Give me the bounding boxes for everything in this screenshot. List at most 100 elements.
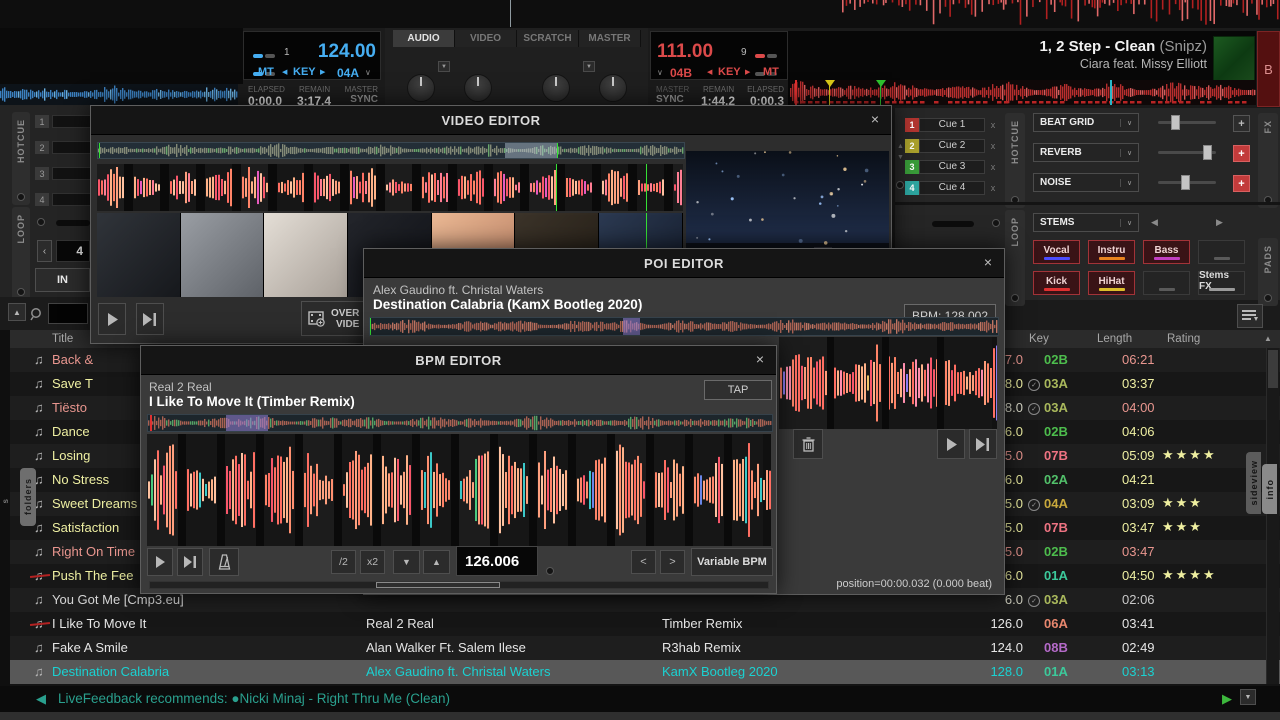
video-thumbnail[interactable] — [181, 213, 265, 297]
fx-add-button[interactable]: + — [1233, 115, 1250, 132]
cue-row[interactable]: 3Cue 3x — [905, 159, 1005, 174]
sideview-tab[interactable]: sideview — [1246, 452, 1261, 514]
bpm-next-button[interactable] — [177, 548, 203, 576]
fx-select-reverb[interactable]: REVERB∨ — [1033, 143, 1139, 162]
deck-a-bpm[interactable]: 124.00 — [318, 41, 376, 63]
stem-pad[interactable] — [1143, 271, 1190, 295]
loop-half-button[interactable]: ‹ — [37, 240, 52, 262]
overlay-video-button[interactable]: OVER VIDE — [301, 301, 369, 336]
column-title[interactable]: Title — [52, 333, 73, 345]
bpm-down-button[interactable]: ▼ — [393, 550, 420, 574]
video-overview-waveform[interactable] — [97, 142, 685, 159]
close-icon[interactable]: × — [984, 254, 992, 270]
stems-dropdown[interactable]: STEMS∨ — [1033, 213, 1139, 232]
stem-pad-hihat[interactable]: HiHat — [1088, 271, 1135, 295]
fx-select-noise[interactable]: NOISE∨ — [1033, 173, 1139, 192]
section-dot-icon[interactable] — [17, 288, 25, 296]
close-icon[interactable]: × — [756, 351, 764, 367]
deck-b-mt[interactable]: MT — [763, 66, 779, 78]
fx-slider-handle[interactable] — [1171, 115, 1180, 130]
hotcue-slot[interactable]: 2 — [35, 141, 96, 154]
track-row[interactable]: ♫Destination CalabriaAlex Gaudino ft. Ch… — [0, 660, 1280, 684]
track-row[interactable]: ♫I Like To Move ItReal 2 RealTimber Remi… — [0, 612, 1280, 636]
video-editor-titlebar[interactable]: VIDEO EDITOR × — [91, 106, 891, 135]
cue-dot-icon[interactable] — [896, 181, 904, 189]
mixer-knob-hihat[interactable] — [407, 74, 435, 102]
album-art[interactable] — [1213, 36, 1255, 82]
livefeedback-track[interactable]: ●Nicki Minaj - Right Thru Me (Clean) — [231, 691, 450, 706]
deck-a-key-next-icon[interactable]: ▶ — [320, 68, 325, 76]
bpm-dot-icon[interactable] — [546, 567, 554, 575]
fx-slider-handle[interactable] — [1181, 175, 1190, 190]
fx-slider[interactable] — [1158, 181, 1216, 184]
beat-next-button[interactable]: > — [660, 550, 685, 574]
loop-size-display[interactable]: 4 — [56, 240, 90, 262]
column-length[interactable]: Length — [1097, 333, 1132, 345]
column-key[interactable]: Key — [1029, 333, 1049, 345]
poi-editor-titlebar[interactable]: POI EDITOR × — [364, 249, 1004, 278]
fx-slider-handle[interactable] — [1203, 145, 1212, 160]
cue-scroll-down-icon[interactable]: ▼ — [897, 154, 904, 161]
mixer-knob-hihat[interactable] — [599, 74, 627, 102]
poi-play-button[interactable] — [937, 429, 965, 459]
metronome-button[interactable] — [209, 548, 239, 576]
fx-slider[interactable] — [1158, 121, 1216, 124]
section-dot-icon[interactable] — [1011, 294, 1019, 302]
cue-row[interactable]: 2Cue 2x — [905, 138, 1005, 153]
deck-b-key-next-icon[interactable]: ▶ — [745, 68, 750, 76]
cue-row[interactable]: 4Cue 4x — [905, 180, 1005, 195]
cue-label[interactable]: Cue 4 — [919, 181, 985, 195]
stem-pad-stems-fx[interactable]: Stems FX — [1198, 271, 1245, 295]
section-dot-icon[interactable] — [1264, 294, 1272, 302]
deck-a-key-dropdown-icon[interactable]: ∨ — [365, 68, 371, 77]
close-icon[interactable]: × — [871, 111, 879, 127]
fx-select-beat-grid[interactable]: BEAT GRID∨ — [1033, 113, 1139, 132]
list-scroll-down-button[interactable]: ▼ — [1240, 689, 1256, 705]
loop-mini-slider[interactable] — [56, 220, 90, 226]
deck-a-key-value[interactable]: 04A — [337, 66, 359, 80]
bpm-zoom-scrollbar[interactable] — [149, 581, 769, 589]
scrollbar-thumb[interactable] — [1268, 350, 1278, 388]
sync-label[interactable]: SYNC — [350, 94, 378, 105]
video-thumbnail[interactable] — [264, 213, 348, 297]
poi-next-button[interactable] — [969, 429, 997, 459]
cue-label[interactable]: Cue 2 — [919, 139, 985, 153]
feedback-prev-icon[interactable]: ◀ — [36, 691, 46, 707]
info-tab[interactable]: info — [1262, 464, 1277, 514]
sync-label[interactable]: SYNC — [656, 94, 684, 105]
bpm-value-display[interactable]: 126.006 — [456, 546, 538, 576]
folders-tab[interactable]: folders — [20, 468, 36, 526]
poi-zoom-waveform[interactable] — [779, 337, 997, 429]
cue-delete-icon[interactable]: x — [985, 141, 1001, 151]
cell-rating-stars[interactable]: ★★★ — [1162, 519, 1203, 535]
bpm-editor-titlebar[interactable]: BPM EDITOR × — [141, 346, 776, 375]
bpm-half-button[interactable]: /2 — [331, 550, 356, 574]
stem-pad-kick[interactable]: Kick — [1033, 271, 1080, 295]
bpm-overview-waveform[interactable] — [147, 414, 773, 432]
list-scroll-up-icon[interactable]: ▲ — [1264, 334, 1272, 343]
deck-b-bpm[interactable]: 111.00 — [657, 41, 713, 63]
cue-scroll-up-icon[interactable]: ▲ — [897, 143, 904, 150]
fx-add-button[interactable]: + — [1233, 145, 1250, 162]
deck-b-key-prev-icon[interactable]: ◀ — [707, 68, 712, 76]
track-row[interactable]: ♫Fake A SmileAlan Walker Ft. Salem Ilese… — [0, 636, 1280, 660]
mixer-knob-gain[interactable] — [542, 74, 570, 102]
hotcue-slot[interactable]: 3 — [35, 167, 96, 180]
search-input[interactable] — [48, 303, 88, 324]
cue-label[interactable]: Cue 3 — [919, 160, 985, 174]
scrollbar-handle[interactable] — [376, 582, 500, 588]
loop-in-button[interactable]: IN — [35, 268, 90, 292]
cue-delete-icon[interactable]: x — [985, 120, 1001, 130]
video-thumbnail[interactable] — [97, 213, 181, 297]
deck-b-key-dropdown-icon[interactable]: ∨ — [657, 68, 663, 77]
section-dot-icon[interactable] — [17, 193, 25, 201]
cue-label[interactable]: Cue 1 — [919, 118, 985, 132]
poi-overview-waveform[interactable] — [369, 317, 999, 336]
knob-dropdown-icon[interactable]: ▼ — [583, 61, 595, 72]
bpm-double-button[interactable]: x2 — [360, 550, 385, 574]
playlist-queue-button[interactable] — [1237, 304, 1263, 328]
bpm-zoom-waveform[interactable] — [147, 434, 771, 546]
hotcue-slot[interactable]: 4 — [35, 193, 96, 206]
pitch-mini-slider[interactable] — [932, 221, 974, 227]
stem-pad-instru[interactable]: Instru — [1088, 240, 1135, 264]
